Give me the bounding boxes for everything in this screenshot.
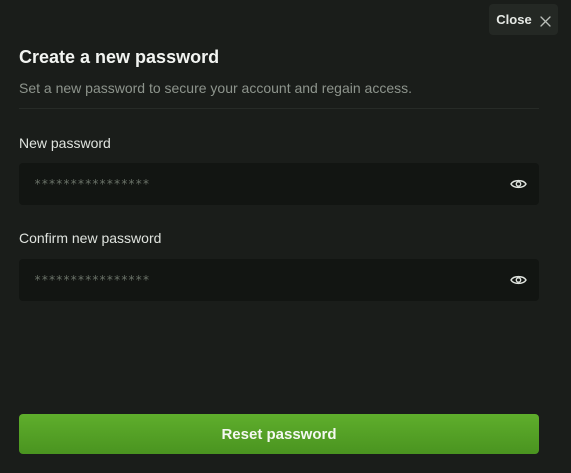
eye-icon[interactable] <box>510 177 527 191</box>
new-password-input[interactable] <box>19 163 489 205</box>
close-button-label: Close <box>496 12 532 27</box>
divider <box>19 108 539 109</box>
reset-password-button[interactable]: Reset password <box>19 414 539 454</box>
reset-password-dialog: Close Create a new password Set a new pa… <box>0 0 571 473</box>
eye-icon[interactable] <box>510 273 527 287</box>
dialog-subtitle: Set a new password to secure your accoun… <box>19 80 412 96</box>
new-password-label: New password <box>19 135 111 151</box>
new-password-field <box>19 163 539 205</box>
dialog-title: Create a new password <box>19 47 220 67</box>
confirm-password-label: Confirm new password <box>19 230 162 246</box>
confirm-password-field <box>19 259 539 301</box>
close-icon <box>540 14 551 27</box>
close-button[interactable]: Close <box>489 4 558 35</box>
confirm-password-input[interactable] <box>19 259 489 301</box>
